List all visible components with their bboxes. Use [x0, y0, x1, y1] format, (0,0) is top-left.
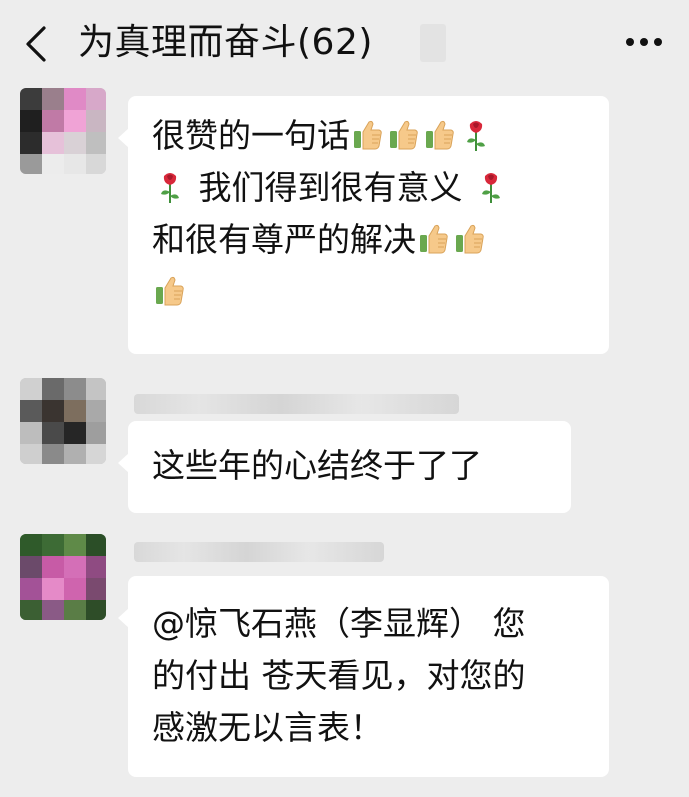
message-line: 和很有尊严的解决: [152, 214, 587, 266]
message-text: 和很有尊严的解决: [152, 220, 416, 259]
message-bubble[interactable]: @惊飞石燕（李显辉） 您 的付出 苍天看见，对您的 感激无以言表！: [118, 576, 609, 777]
message-line: 很赞的一句话: [152, 110, 587, 162]
message-line: 感激无以言表！: [152, 708, 383, 747]
message-text: 我们得到很有意义: [198, 168, 463, 207]
rose-icon: [161, 173, 179, 203]
rose-icon: [482, 173, 500, 203]
title-redaction: [420, 24, 446, 62]
sender-name-redaction: [134, 542, 384, 562]
rose-icon: [467, 121, 485, 151]
message-line: @惊飞石燕（李显辉） 您: [152, 604, 526, 643]
message-line: 的付出 苍天看见，对您的: [152, 656, 526, 695]
chat-title: 为真理而奋斗(62): [78, 22, 373, 63]
avatar[interactable]: [20, 378, 106, 464]
message-line: [152, 266, 587, 318]
avatar[interactable]: [20, 534, 106, 620]
chat-header: 为真理而奋斗(62): [0, 0, 689, 88]
thumbs-up-icon: [156, 276, 184, 306]
sender-name-redaction: [134, 394, 459, 414]
thumbs-up-icon: [420, 224, 448, 254]
message-text: 这些年的心结终于了了: [152, 446, 482, 485]
more-dots-icon[interactable]: [620, 34, 668, 50]
thumbs-up-icon: [456, 224, 484, 254]
message-bubble[interactable]: 这些年的心结终于了了: [118, 421, 571, 513]
thumbs-up-icon: [426, 120, 454, 150]
message-line: 我们得到很有意义: [152, 162, 587, 214]
thumbs-up-icon: [354, 120, 382, 150]
avatar[interactable]: [20, 88, 106, 174]
message-bubble[interactable]: 很赞的一句话 我们得到很有意义 和很有尊严的解决: [118, 96, 609, 354]
thumbs-up-icon: [390, 120, 418, 150]
message-text: 很赞的一句话: [152, 116, 350, 155]
chevron-left-icon[interactable]: [22, 24, 50, 64]
